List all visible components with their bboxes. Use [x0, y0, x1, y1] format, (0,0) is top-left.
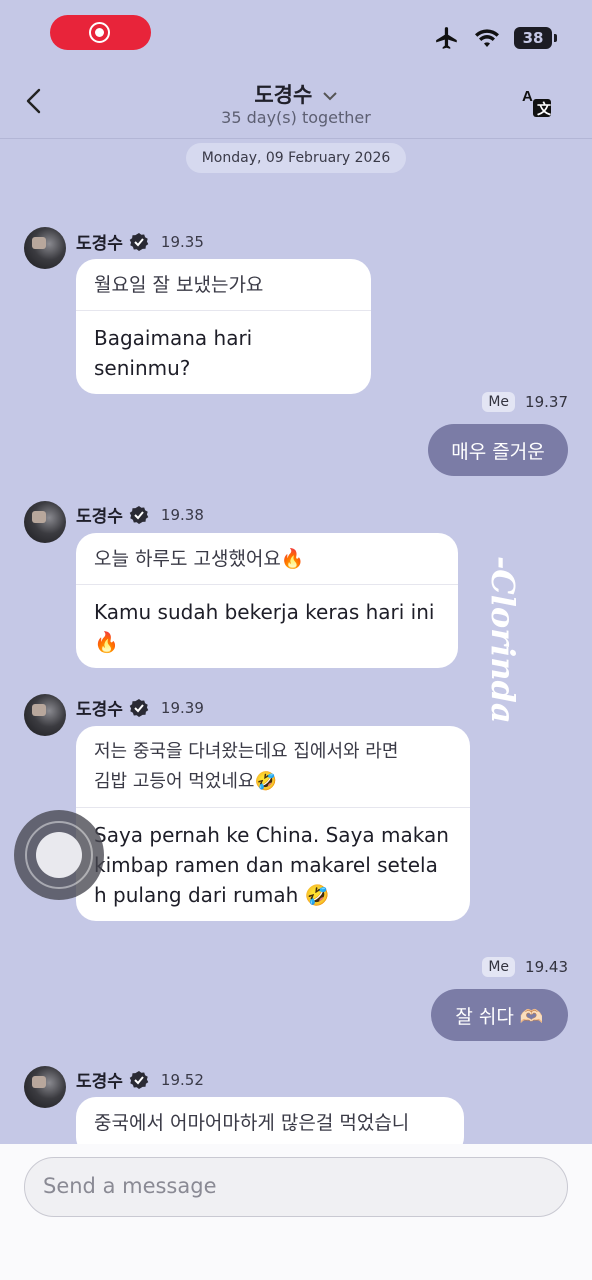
my-message-bubble[interactable]: 잘 쉬다 🫶🏻	[431, 989, 568, 1041]
contact-name: 도경수	[254, 83, 313, 107]
screen-recording-indicator[interactable]	[50, 15, 151, 50]
me-tag: Me	[482, 392, 516, 412]
date-divider: Monday, 09 February 2026	[186, 143, 406, 173]
message-header: 도경수 19.38	[76, 502, 204, 527]
message-time: 19.39	[160, 698, 204, 717]
translated-text: Kamu sudah bekerja keras hari ini 🔥	[76, 585, 458, 668]
battery-icon: 38	[514, 27, 557, 49]
message-time: 19.35	[160, 232, 204, 251]
translated-text: Bagaimana hari seninmu?	[94, 326, 253, 380]
status-bar: 38	[0, 0, 592, 62]
assistive-touch-button[interactable]	[14, 810, 104, 900]
verified-badge-icon	[129, 232, 149, 251]
svg-text:A: A	[522, 88, 533, 105]
message-input-placeholder: Send a message	[43, 1174, 217, 1198]
avatar[interactable]	[24, 1066, 66, 1108]
avatar[interactable]	[24, 694, 66, 736]
translated-line: Kamu sudah bekerja keras hari ini	[94, 600, 435, 624]
translated-line: Saya pernah ke China. Saya makan	[94, 823, 449, 847]
message-header: 도경수 19.52	[76, 1067, 204, 1092]
verified-badge-icon	[129, 698, 149, 717]
translated-line: h pulang dari rumah 🤣	[94, 883, 330, 907]
original-text: 월요일 잘 보냈는가요	[76, 259, 371, 311]
original-text: 오늘 하루도 고생했어요🔥	[76, 533, 458, 585]
message-input[interactable]: Send a message	[24, 1157, 568, 1217]
original-line: 저는 중국을 다녀왔는데요 집에서와 라면	[94, 741, 399, 762]
svg-text:文: 文	[537, 101, 552, 117]
my-message-bubble[interactable]: 매우 즐거운	[428, 424, 568, 476]
record-icon	[89, 22, 110, 43]
message-input-bar: Send a message	[0, 1144, 592, 1280]
avatar[interactable]	[24, 501, 66, 543]
avatar[interactable]	[24, 227, 66, 269]
wifi-icon	[475, 29, 499, 47]
my-message-meta: Me 19.37	[482, 392, 568, 412]
original-line: 김밥 고등어 먹었네요🤣	[94, 771, 277, 792]
translated-line: kimbap ramen dan makarel setela	[94, 853, 438, 877]
translated-text: Saya pernah ke China. Saya makan kimbap …	[76, 808, 470, 921]
sender-name: 도경수	[76, 1072, 123, 1092]
sender-name: 도경수	[76, 700, 123, 720]
translated-line: 🔥	[94, 630, 119, 654]
message-header: 도경수 19.39	[76, 695, 204, 720]
sender-name: 도경수	[76, 507, 123, 527]
battery-level: 38	[522, 29, 544, 47]
message-time: 19.52	[160, 1070, 204, 1089]
message-header: 도경수 19.35	[76, 229, 204, 254]
watermark: -Clorinda-	[484, 556, 522, 722]
message-bubble[interactable]: 오늘 하루도 고생했어요🔥 Kamu sudah bekerja keras h…	[76, 533, 458, 668]
chat-header: 도경수 35 day(s) together A 文	[0, 62, 592, 139]
chat-title[interactable]: 도경수	[0, 79, 592, 109]
my-message-meta: Me 19.43	[482, 957, 568, 977]
message-time: 19.37	[525, 393, 568, 411]
message-time: 19.38	[160, 505, 204, 524]
message-time: 19.43	[525, 958, 568, 976]
translate-icon[interactable]: A 文	[520, 86, 554, 120]
verified-badge-icon	[129, 1070, 149, 1089]
sender-name: 도경수	[76, 234, 123, 254]
airplane-mode-icon	[436, 27, 457, 49]
message-bubble[interactable]: 월요일 잘 보냈는가요 Bagaimana hari seninmu?	[76, 259, 371, 394]
original-text: 중국에서 어마어마하게 많은걸 먹었습니	[94, 1112, 410, 1134]
chevron-down-icon	[322, 92, 337, 101]
watermark-text: -Clorinda-	[484, 556, 522, 722]
original-text: 저는 중국을 다녀왔는데요 집에서와 라면 김밥 고등어 먹었네요🤣	[76, 726, 470, 808]
days-together: 35 day(s) together	[221, 108, 371, 127]
message-bubble[interactable]: 저는 중국을 다녀왔는데요 집에서와 라면 김밥 고등어 먹었네요🤣 Saya …	[76, 726, 470, 921]
verified-badge-icon	[129, 505, 149, 524]
me-tag: Me	[482, 957, 516, 977]
